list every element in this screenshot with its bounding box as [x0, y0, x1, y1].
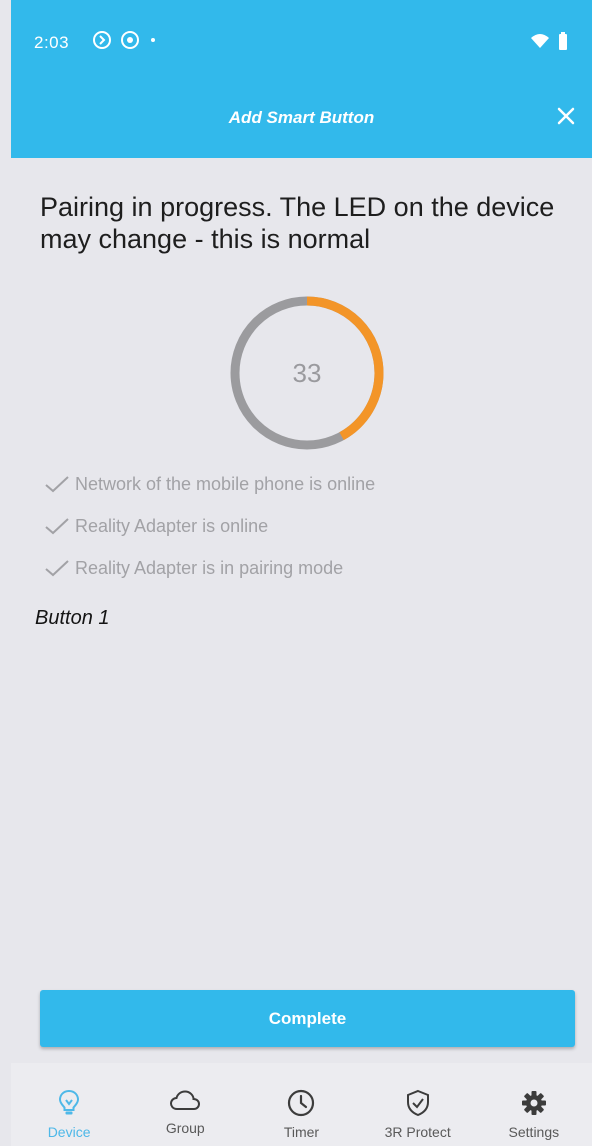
- close-icon: [556, 106, 576, 131]
- sync-icon: [92, 30, 112, 55]
- status-icons-right: [530, 32, 568, 55]
- page-title: Add Smart Button: [228, 108, 375, 127]
- clock-icon: [288, 1089, 315, 1117]
- close-button[interactable]: [550, 102, 582, 134]
- check-label: Reality Adapter is online: [75, 515, 269, 536]
- status-time: 2:03: [34, 33, 70, 52]
- tab-3r-protect[interactable]: 3R Protect: [363, 1063, 473, 1146]
- tab-group[interactable]: Group: [130, 1063, 240, 1146]
- complete-button[interactable]: Complete: [40, 990, 575, 1047]
- tab-label: Device: [47, 1124, 91, 1140]
- circle-app-icon: [120, 30, 140, 55]
- check-icon: [45, 518, 69, 535]
- wifi-icon: [530, 33, 550, 54]
- lightbulb-icon: [59, 1089, 80, 1115]
- pairing-content: Pairing in progress. The LED on the devi…: [11, 158, 592, 1063]
- battery-icon: [558, 32, 568, 55]
- dot-icon: [148, 30, 158, 55]
- button-name-label: Button 1: [35, 607, 110, 629]
- check-icon: [45, 476, 69, 493]
- pairing-headline: Pairing in progress. The LED on the devi…: [40, 192, 555, 254]
- bottom-tab-bar: Device Group Timer 3R Protect Settings: [11, 1063, 592, 1146]
- status-icons-left: [92, 30, 158, 55]
- check-icon: [45, 560, 69, 577]
- app-header: 2:03 Add Smart Button: [11, 0, 592, 158]
- check-label: Reality Adapter is in pairing mode: [75, 557, 344, 578]
- progress-value: 33: [292, 357, 322, 388]
- gear-icon: [521, 1091, 546, 1115]
- check-item-network: Network of the mobile phone is online: [44, 463, 564, 505]
- tab-label: 3R Protect: [384, 1124, 451, 1140]
- tab-device[interactable]: Device: [14, 1063, 124, 1146]
- cloud-icon: [170, 1090, 201, 1110]
- check-item-adapter-online: Reality Adapter is online: [44, 505, 564, 547]
- tab-timer[interactable]: Timer: [246, 1063, 356, 1146]
- check-item-pairing-mode: Reality Adapter is in pairing mode: [44, 547, 564, 589]
- shield-check-icon: [406, 1089, 429, 1117]
- tab-label: Timer: [283, 1124, 320, 1140]
- tab-settings[interactable]: Settings: [479, 1063, 589, 1146]
- check-label: Network of the mobile phone is online: [75, 473, 376, 494]
- tab-label: Settings: [508, 1124, 560, 1140]
- checklist: Network of the mobile phone is online Re…: [44, 463, 564, 589]
- tab-label: Group: [165, 1120, 205, 1136]
